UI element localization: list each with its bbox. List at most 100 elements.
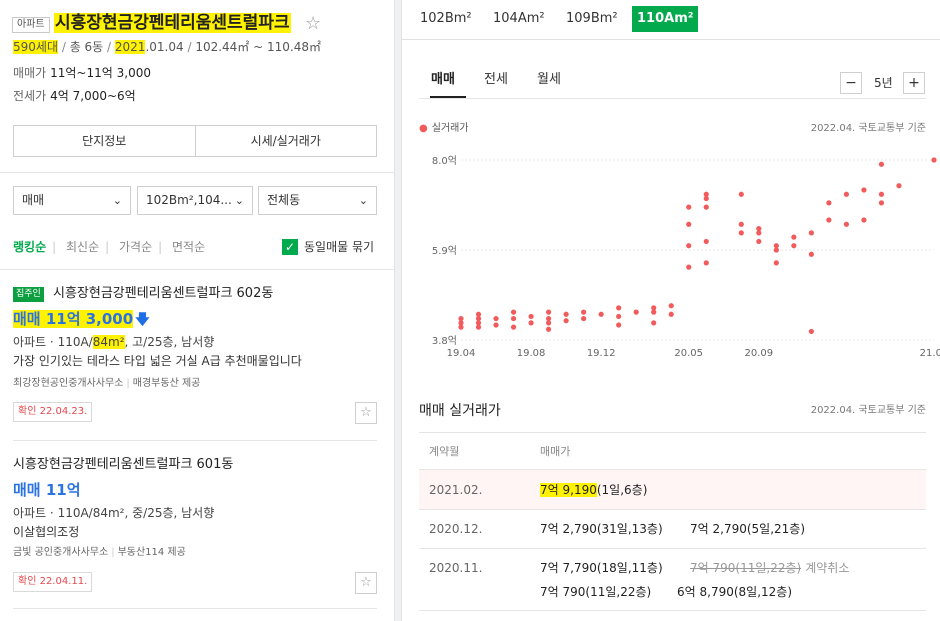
data-point[interactable] bbox=[510, 315, 517, 322]
trade-type-dropdown[interactable]: 매매 ⌄ bbox=[13, 186, 131, 215]
group-same-listings[interactable]: ✓ 동일매물 묶기 bbox=[282, 238, 374, 256]
listing-title[interactable]: 시흥장현금강펜테리움센트럴파크 602동 bbox=[53, 284, 273, 304]
sort-price[interactable]: 가격순 bbox=[119, 240, 152, 254]
x-tick-label: 20.09 bbox=[744, 348, 773, 359]
checkbox-checked-icon[interactable]: ✓ bbox=[282, 239, 298, 255]
data-point[interactable] bbox=[861, 187, 867, 193]
data-point[interactable] bbox=[493, 322, 499, 328]
data-point[interactable] bbox=[878, 200, 885, 206]
listing-card[interactable]: 시흥장현금강펜테리움센트럴파크 601동 매매 11억 아파트 · 110A/8… bbox=[13, 455, 377, 605]
complex-button-row: 단지정보 시세/실거래가 bbox=[13, 125, 377, 157]
data-point[interactable] bbox=[510, 309, 517, 315]
cancelled-transaction: 7억 790(11일,22층) 계약취소 bbox=[690, 561, 850, 575]
data-point[interactable] bbox=[616, 313, 622, 320]
period-plus-button[interactable]: + bbox=[903, 72, 925, 94]
tab-sale[interactable]: 매매 bbox=[431, 70, 455, 90]
sort-area[interactable]: 면적순 bbox=[172, 240, 205, 254]
data-point[interactable] bbox=[633, 309, 639, 315]
area-tab-104a[interactable]: 104Am² bbox=[488, 6, 550, 32]
panel-divider[interactable] bbox=[394, 0, 402, 621]
complex-summary: 590세대 / 총 6동 / 2021.01.04 / 102.44㎡ ~ 11… bbox=[13, 40, 321, 54]
data-point[interactable] bbox=[808, 230, 814, 236]
data-point[interactable] bbox=[686, 243, 692, 249]
data-point[interactable] bbox=[458, 315, 464, 322]
data-point[interactable] bbox=[861, 217, 867, 223]
sort-latest[interactable]: 최신순 bbox=[66, 240, 99, 254]
data-point[interactable] bbox=[896, 183, 902, 189]
complex-title: 시흥장현금강펜테리움센트럴파크 bbox=[54, 13, 291, 33]
period-minus-button[interactable]: − bbox=[840, 72, 862, 94]
completion-date-rest: .01.04 bbox=[145, 40, 184, 54]
dong-dropdown[interactable]: 전체동 ⌄ bbox=[258, 186, 377, 215]
listing-title[interactable]: 시흥장현금강펜테리움센트럴파크 601동 bbox=[13, 455, 233, 475]
data-point[interactable] bbox=[651, 305, 657, 311]
favorite-star-icon[interactable]: ☆ bbox=[355, 402, 377, 424]
favorite-star-icon[interactable]: ☆ bbox=[305, 14, 321, 34]
data-point[interactable] bbox=[668, 303, 674, 309]
data-point[interactable] bbox=[791, 234, 797, 240]
data-point[interactable] bbox=[878, 161, 885, 167]
data-point[interactable] bbox=[756, 238, 762, 245]
complex-info-button[interactable]: 단지정보 bbox=[14, 126, 195, 156]
data-point[interactable] bbox=[545, 326, 552, 332]
data-point[interactable] bbox=[826, 200, 832, 206]
data-point[interactable] bbox=[808, 328, 814, 335]
data-point[interactable] bbox=[686, 221, 692, 227]
data-point[interactable] bbox=[826, 217, 832, 223]
data-point[interactable] bbox=[528, 320, 534, 326]
x-tick-label: 19.04 bbox=[447, 348, 476, 359]
data-point[interactable] bbox=[703, 260, 709, 266]
data-point[interactable] bbox=[773, 243, 779, 249]
data-point[interactable] bbox=[686, 264, 692, 270]
listing-agent: 금빛 공인중개사사무소 | 부동산114 제공 bbox=[13, 547, 186, 558]
data-point[interactable] bbox=[686, 204, 692, 210]
tab-jeonse[interactable]: 전세 bbox=[484, 70, 508, 90]
data-point[interactable] bbox=[545, 309, 552, 315]
data-point[interactable] bbox=[616, 322, 622, 328]
y-tick-label: 8.0억 bbox=[432, 155, 457, 167]
data-point[interactable] bbox=[703, 238, 709, 245]
data-point[interactable] bbox=[493, 315, 499, 322]
data-point[interactable] bbox=[528, 313, 534, 320]
data-point[interactable] bbox=[616, 305, 622, 311]
area-dropdown[interactable]: 102Bm²,104... ⌄ bbox=[137, 186, 253, 215]
sort-ranking[interactable]: 랭킹순 bbox=[13, 240, 46, 254]
transactions-header: 계약월 매매가 bbox=[419, 432, 926, 470]
data-point[interactable] bbox=[773, 260, 779, 266]
data-point[interactable] bbox=[475, 311, 482, 317]
data-point[interactable] bbox=[791, 243, 797, 249]
data-point[interactable] bbox=[545, 315, 552, 322]
data-point[interactable] bbox=[598, 311, 604, 317]
data-point[interactable] bbox=[843, 221, 850, 227]
data-point[interactable] bbox=[668, 311, 674, 317]
price-history-button[interactable]: 시세/실거래가 bbox=[194, 126, 377, 156]
data-point[interactable] bbox=[510, 324, 517, 330]
floors-buildings: 총 6동 bbox=[69, 40, 104, 54]
tab-monthly-rent[interactable]: 월세 bbox=[537, 70, 561, 90]
area-tab-110a[interactable]: 110Am² bbox=[632, 6, 699, 32]
x-tick-label: 21.02 bbox=[920, 348, 940, 359]
area-tab-102b[interactable]: 102Bm² bbox=[415, 6, 477, 32]
data-point[interactable] bbox=[738, 191, 744, 197]
table-row: 2020.11. 7억 7,790(18일,11층) 7억 790(11일,22… bbox=[419, 549, 926, 611]
data-point[interactable] bbox=[738, 221, 744, 227]
data-point[interactable] bbox=[878, 191, 885, 197]
data-point[interactable] bbox=[843, 191, 850, 197]
data-point[interactable] bbox=[581, 315, 587, 322]
listing-card[interactable]: 집주인 시흥장현금강펜테리움센트럴파크 602동 매매 11억 3,000 🡇 아… bbox=[13, 284, 377, 434]
data-point[interactable] bbox=[703, 191, 709, 197]
data-point[interactable] bbox=[931, 157, 937, 163]
data-point[interactable] bbox=[808, 251, 814, 257]
data-point[interactable] bbox=[738, 230, 744, 236]
data-point[interactable] bbox=[756, 225, 762, 232]
area-tab-109b[interactable]: 109Bm² bbox=[561, 6, 623, 32]
data-point[interactable] bbox=[563, 311, 569, 317]
data-point[interactable] bbox=[703, 204, 709, 210]
data-point[interactable] bbox=[563, 318, 569, 324]
price-down-arrow-icon: 🡇 bbox=[135, 312, 150, 328]
period-value: 5년 bbox=[874, 76, 893, 90]
data-point[interactable] bbox=[581, 309, 587, 315]
favorite-star-icon[interactable]: ☆ bbox=[355, 572, 377, 594]
data-point[interactable] bbox=[651, 320, 657, 326]
listing-price: 매매 11억 bbox=[13, 481, 81, 499]
